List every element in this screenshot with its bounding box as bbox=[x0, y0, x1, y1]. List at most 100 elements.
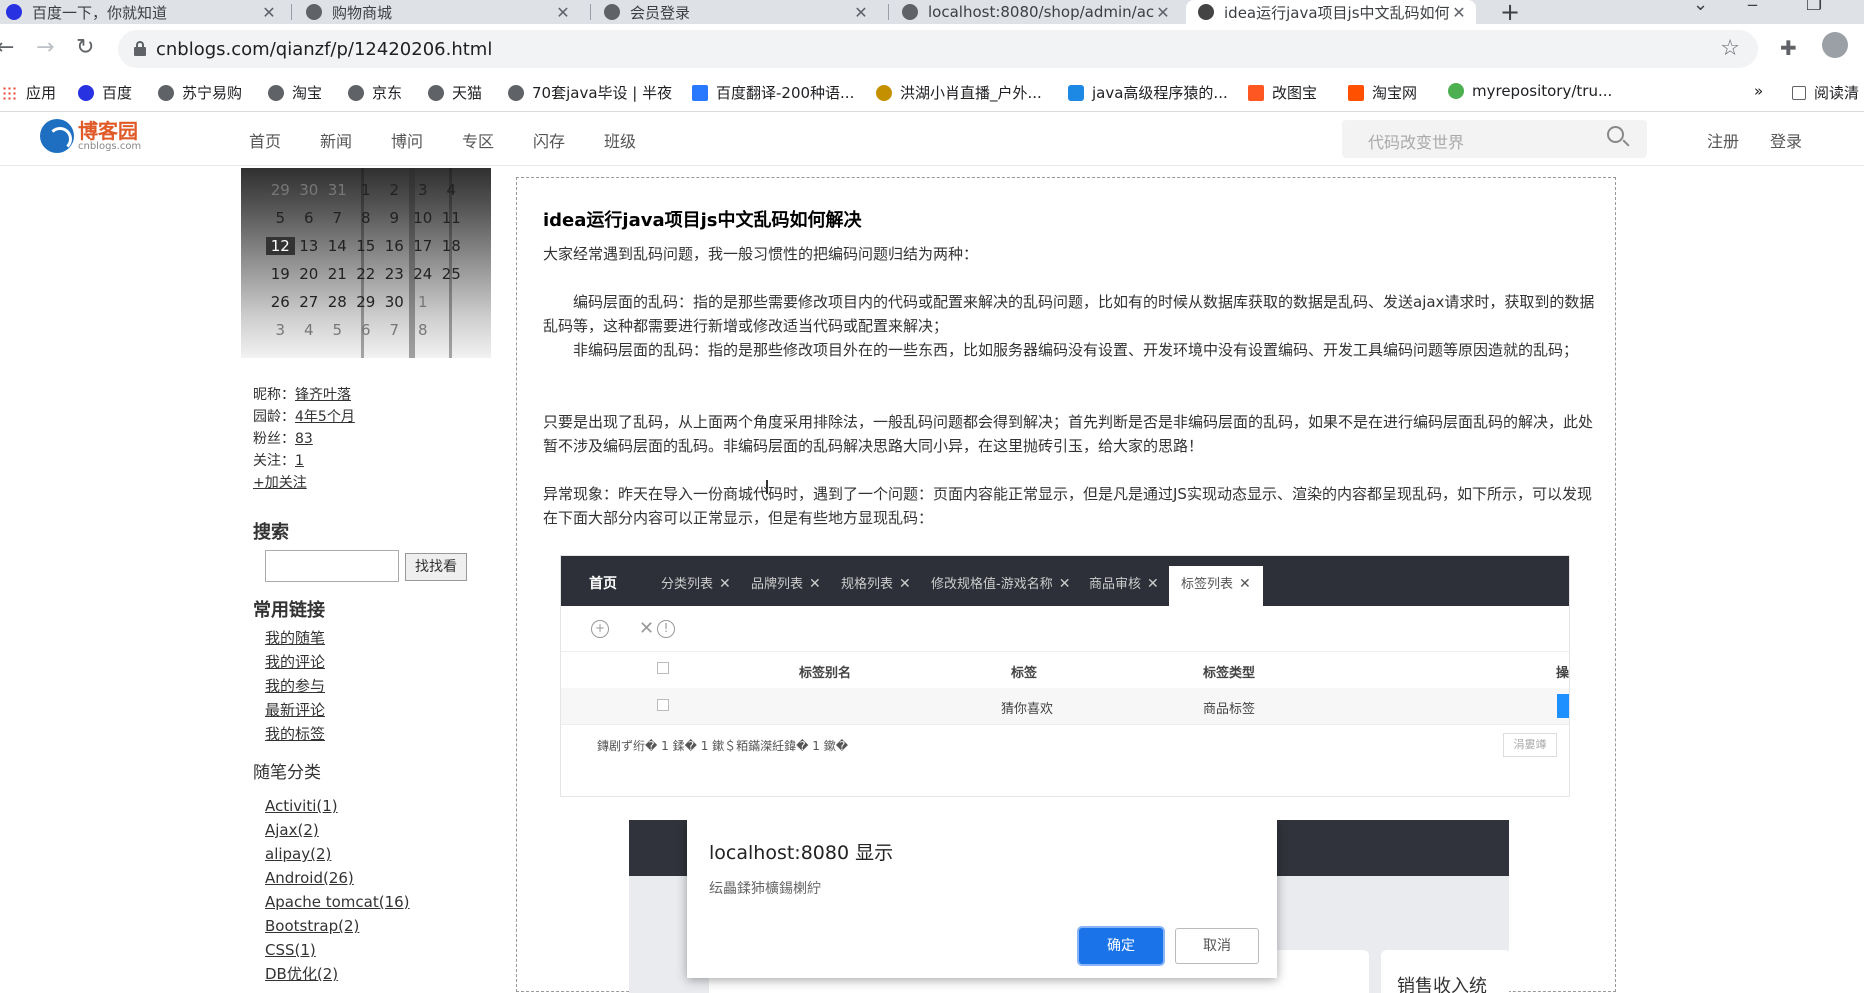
calendar-day[interactable]: 24 bbox=[409, 265, 438, 283]
link-my-participation[interactable]: 我的参与 bbox=[265, 674, 325, 698]
link-my-comments[interactable]: 我的评论 bbox=[265, 650, 325, 674]
reload-icon[interactable]: ↻ bbox=[76, 36, 94, 60]
browser-tab[interactable]: 百度一下，你就知道 ✕ bbox=[0, 0, 286, 24]
restore-icon[interactable]: ❐ bbox=[1806, 0, 1822, 15]
address-bar[interactable]: cnblogs.com/qianzf/p/12420206.html ☆ bbox=[118, 30, 1758, 68]
bookmark-item[interactable]: 苏宁易购 bbox=[158, 82, 242, 103]
close-icon[interactable]: ✕ bbox=[852, 3, 870, 22]
calendar-day[interactable]: 12 bbox=[266, 237, 295, 255]
calendar-day[interactable]: 7 bbox=[380, 321, 409, 339]
calendar-day[interactable]: 8 bbox=[352, 209, 381, 227]
calendar-day[interactable]: 5 bbox=[266, 209, 295, 227]
bookmark-item[interactable]: myrepository/tru... bbox=[1448, 82, 1612, 100]
calendar-day[interactable]: 22 bbox=[352, 265, 381, 283]
nav-ing[interactable]: 闪存 bbox=[533, 128, 565, 152]
close-icon[interactable]: ✕ bbox=[554, 3, 572, 22]
minimize-icon[interactable]: _ bbox=[1748, 0, 1757, 7]
calendar-day[interactable]: 26 bbox=[266, 293, 295, 311]
calendar-day[interactable]: 10 bbox=[409, 209, 438, 227]
calendar-day[interactable]: 6 bbox=[295, 209, 324, 227]
calendar-day[interactable]: 28 bbox=[323, 293, 352, 311]
sidebar-search-button[interactable]: 找找看 bbox=[405, 553, 467, 581]
calendar-day[interactable]: 20 bbox=[295, 265, 324, 283]
calendar-day[interactable]: 11 bbox=[437, 209, 466, 227]
bookmark-item[interactable]: 天猫 bbox=[428, 82, 482, 103]
bookmark-item[interactable]: 淘宝 bbox=[268, 82, 322, 103]
calendar-day[interactable]: 30 bbox=[380, 293, 409, 311]
link-my-tags[interactable]: 我的标签 bbox=[265, 722, 325, 746]
link-my-posts[interactable]: 我的随笔 bbox=[265, 626, 325, 650]
bookmark-apps[interactable]: 应用 bbox=[2, 82, 56, 103]
calendar-day[interactable]: 14 bbox=[323, 237, 352, 255]
calendar-day[interactable]: 17 bbox=[409, 237, 438, 255]
follow-link[interactable]: 1 bbox=[295, 453, 304, 469]
fans-link[interactable]: 83 bbox=[295, 431, 313, 447]
category-item[interactable]: CSS(1) bbox=[265, 938, 410, 962]
nav-news[interactable]: 新闻 bbox=[320, 128, 352, 152]
browser-tab[interactable]: 会员登录 ✕ bbox=[592, 0, 878, 24]
calendar-day[interactable]: 1 bbox=[352, 181, 381, 199]
calendar-day[interactable]: 21 bbox=[323, 265, 352, 283]
nav-home[interactable]: 首页 bbox=[249, 128, 281, 152]
bookmark-item[interactable]: 改图宝 bbox=[1248, 82, 1317, 103]
age-link[interactable]: 4年5个月 bbox=[295, 409, 355, 425]
category-item[interactable]: Ajax(2) bbox=[265, 818, 410, 842]
bookmark-item[interactable]: 洪湖小肖直播_户外... bbox=[876, 82, 1042, 103]
nav-class[interactable]: 班级 bbox=[604, 128, 636, 152]
close-icon[interactable]: ✕ bbox=[1154, 3, 1172, 22]
calendar-day[interactable]: 27 bbox=[295, 293, 324, 311]
calendar-day[interactable]: 7 bbox=[323, 209, 352, 227]
calendar-day[interactable]: 15 bbox=[352, 237, 381, 255]
register-link[interactable]: 注册 bbox=[1707, 128, 1739, 152]
calendar-day[interactable]: 16 bbox=[380, 237, 409, 255]
bookmark-item[interactable]: 京东 bbox=[348, 82, 402, 103]
back-icon[interactable]: ← bbox=[0, 36, 14, 60]
calendar-day[interactable]: 29 bbox=[266, 181, 295, 199]
sidebar-search-input[interactable] bbox=[265, 550, 399, 582]
nav-zones[interactable]: 专区 bbox=[462, 128, 494, 152]
bookmark-item[interactable]: 淘宝网 bbox=[1348, 82, 1417, 103]
category-item[interactable]: Bootstrap(2) bbox=[265, 914, 410, 938]
calendar-day[interactable]: 2 bbox=[380, 181, 409, 199]
calendar-day[interactable]: 23 bbox=[380, 265, 409, 283]
calendar-day[interactable]: 13 bbox=[295, 237, 324, 255]
browser-tab-active[interactable]: idea运行java项目js中文乱码如何 ✕ bbox=[1186, 0, 1476, 24]
calendar-day[interactable]: 8 bbox=[409, 321, 438, 339]
calendar-day[interactable]: 30 bbox=[295, 181, 324, 199]
profile-avatar[interactable] bbox=[1822, 32, 1848, 58]
close-icon[interactable]: ✕ bbox=[1450, 3, 1468, 22]
browser-tab[interactable]: 购物商城 ✕ bbox=[294, 0, 580, 24]
new-tab-button[interactable]: + bbox=[1500, 0, 1520, 26]
calendar-day[interactable]: 5 bbox=[323, 321, 352, 339]
calendar-day[interactable]: 3 bbox=[266, 321, 295, 339]
link-latest-comments[interactable]: 最新评论 bbox=[265, 698, 325, 722]
bookmarks-overflow[interactable]: » bbox=[1754, 82, 1763, 100]
post-title[interactable]: idea运行java项目js中文乱码如何解决 bbox=[543, 206, 862, 232]
site-search-input[interactable]: 代码改变世界 bbox=[1342, 120, 1647, 158]
search-icon[interactable] bbox=[1607, 126, 1630, 148]
bookmark-star-icon[interactable]: ☆ bbox=[1720, 36, 1740, 61]
calendar-day[interactable]: 9 bbox=[380, 209, 409, 227]
close-icon[interactable]: ✕ bbox=[260, 3, 278, 22]
calendar-day[interactable]: 3 bbox=[409, 181, 438, 199]
category-item[interactable]: alipay(2) bbox=[265, 842, 410, 866]
category-item[interactable]: Android(26) bbox=[265, 866, 410, 890]
site-logo[interactable]: 博客园 cnblogs.com bbox=[40, 119, 141, 153]
forward-icon[interactable]: → bbox=[36, 36, 54, 60]
calendar-day[interactable]: 31 bbox=[323, 181, 352, 199]
bookmark-item[interactable]: 百度翻译-200种语... bbox=[692, 82, 854, 103]
browser-tab[interactable]: localhost:8080/shop/admin/ac ✕ bbox=[890, 0, 1180, 24]
calendar-day[interactable]: 29 bbox=[352, 293, 381, 311]
calendar-day[interactable]: 1 bbox=[409, 293, 438, 311]
calendar-day[interactable]: 4 bbox=[295, 321, 324, 339]
category-item[interactable]: DB优化(2) bbox=[265, 962, 410, 986]
calendar-day[interactable]: 6 bbox=[352, 321, 381, 339]
bookmark-item[interactable]: 百度 bbox=[78, 82, 132, 103]
extensions-icon[interactable]: ✚ bbox=[1780, 36, 1797, 60]
calendar-day[interactable]: 18 bbox=[437, 237, 466, 255]
add-follow-link[interactable]: +加关注 bbox=[253, 475, 307, 491]
category-item[interactable]: Activiti(1) bbox=[265, 794, 410, 818]
calendar-day[interactable]: 4 bbox=[437, 181, 466, 199]
calendar-day[interactable]: 25 bbox=[437, 265, 466, 283]
category-item[interactable]: Apache tomcat(16) bbox=[265, 890, 410, 914]
